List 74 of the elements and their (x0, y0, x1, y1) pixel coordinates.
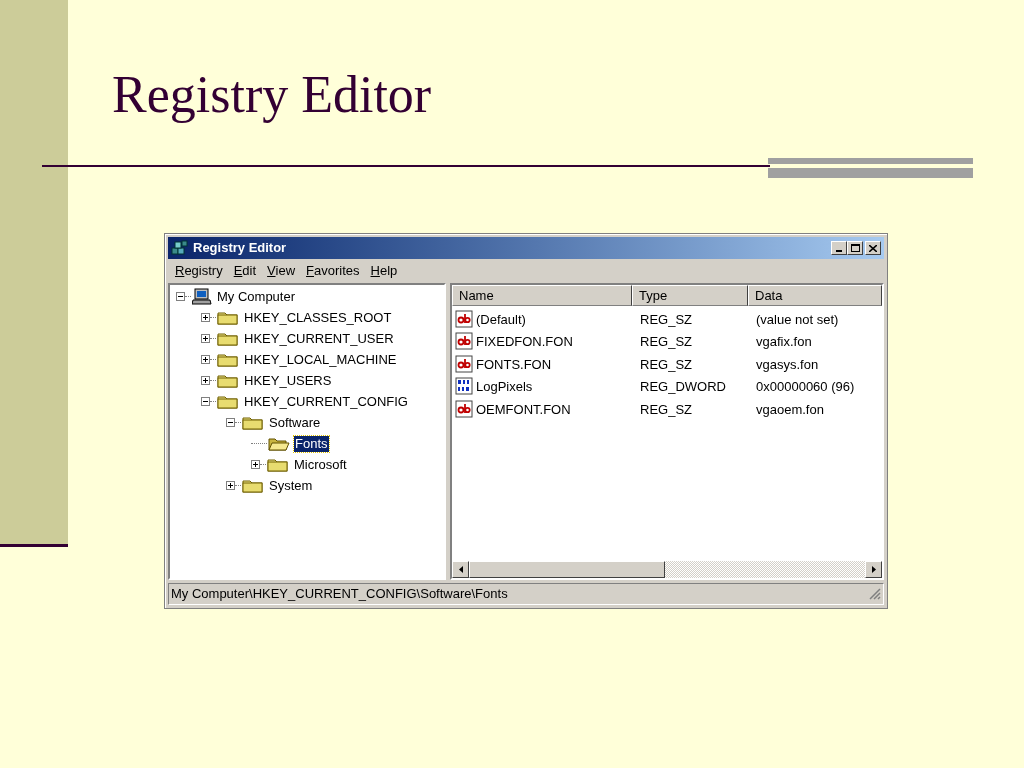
binary-value-icon (455, 377, 475, 397)
string-value-icon (455, 309, 475, 329)
column-header[interactable]: Data (748, 285, 882, 306)
status-path: My Computer\HKEY_CURRENT_CONFIG\Software\Fonts (171, 585, 509, 604)
menu-item[interactable]: Edit (228, 261, 262, 281)
column-header[interactable]: Name (452, 285, 632, 306)
close-icon (869, 244, 877, 252)
tree-item[interactable]: HKEY_CURRENT_USER (243, 330, 395, 347)
value-name[interactable]: FONTS.FON (476, 354, 552, 374)
left-arrow-icon (458, 566, 463, 573)
value-data: 0x00000060 (96) (755, 378, 856, 396)
horizontal-scrollbar[interactable] (452, 561, 882, 578)
minimize-button[interactable] (831, 241, 847, 255)
value-name[interactable]: (Default) (476, 309, 526, 329)
tree-item[interactable]: HKEY_CLASSES_ROOT (243, 309, 393, 326)
resize-grip-icon (869, 588, 881, 600)
tree-item[interactable]: System (268, 477, 314, 494)
expand-icon[interactable] (226, 481, 235, 490)
tree-item[interactable]: HKEY_USERS (243, 372, 333, 389)
value-type: REG_SZ (639, 310, 693, 329)
tree-item[interactable]: My Computer (216, 288, 297, 305)
maximize-icon (850, 244, 860, 252)
minimize-icon (836, 250, 842, 252)
menu-item[interactable]: View (262, 261, 301, 281)
value-data: (value not set) (755, 310, 840, 329)
string-value-icon (455, 332, 475, 352)
slide-title: Registry Editor (112, 66, 432, 124)
folder-icon (217, 309, 239, 326)
scroll-left-button[interactable] (452, 561, 469, 578)
computer-icon (192, 287, 212, 306)
value-name[interactable]: LogPixels (476, 377, 533, 397)
tree-item[interactable]: HKEY_CURRENT_CONFIG (243, 393, 409, 410)
menu-item[interactable]: Favorites (301, 261, 365, 281)
close-button[interactable] (865, 241, 881, 255)
window-title: Registry Editor (193, 239, 288, 258)
folder-icon (217, 330, 239, 347)
expand-icon[interactable] (201, 355, 210, 364)
folder-icon (217, 372, 239, 389)
scrollbar-thumb[interactable] (469, 561, 665, 578)
folder-icon (242, 414, 264, 431)
folder-icon (217, 393, 239, 410)
collapse-icon[interactable] (201, 397, 210, 406)
value-name[interactable]: FIXEDFON.FON (476, 332, 573, 352)
string-value-icon (455, 399, 475, 419)
right-arrow-icon (871, 566, 876, 573)
folder-icon (242, 477, 264, 494)
menu-item[interactable]: Help (365, 261, 403, 281)
value-data: vgaoem.fon (755, 400, 825, 419)
value-name[interactable]: OEMFONT.FON (476, 399, 571, 419)
scroll-right-button[interactable] (865, 561, 882, 578)
expand-icon[interactable] (201, 313, 210, 322)
tree-item[interactable]: Fonts (294, 435, 329, 452)
tree-item[interactable]: Software (268, 414, 322, 431)
open-folder-icon (268, 435, 290, 452)
menu-item[interactable]: Registry (170, 261, 228, 281)
maximize-button[interactable] (847, 241, 863, 255)
value-type: REG_DWORD (639, 378, 727, 396)
folder-icon (217, 351, 239, 368)
column-header[interactable]: Type (632, 285, 748, 306)
value-type: REG_SZ (639, 333, 693, 351)
folder-icon (267, 456, 289, 473)
value-type: REG_SZ (639, 355, 693, 374)
value-data: vgafix.fon (755, 333, 813, 351)
expand-icon[interactable] (251, 460, 260, 469)
string-value-icon (455, 354, 475, 374)
expand-icon[interactable] (201, 376, 210, 385)
tree-item[interactable]: Microsoft (293, 456, 348, 473)
collapse-icon[interactable] (176, 292, 185, 301)
value-type: REG_SZ (639, 400, 693, 419)
value-data: vgasys.fon (755, 355, 820, 374)
registry-cubes-icon (171, 240, 189, 256)
expand-icon[interactable] (201, 334, 210, 343)
tree-item[interactable]: HKEY_LOCAL_MACHINE (243, 351, 398, 368)
collapse-icon[interactable] (226, 418, 235, 427)
